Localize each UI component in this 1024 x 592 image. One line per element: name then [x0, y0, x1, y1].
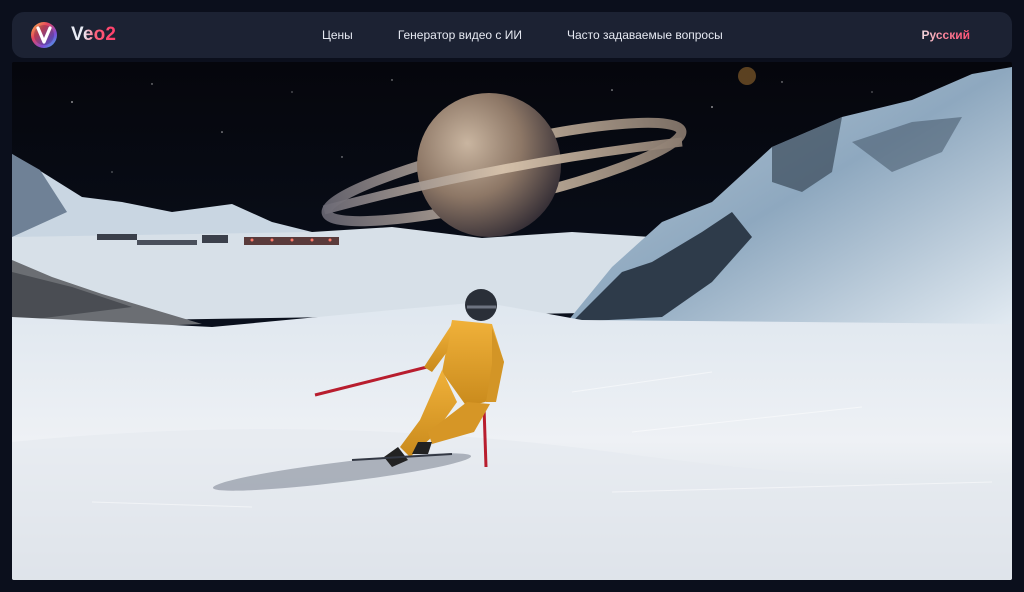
video-frame-skier-saturn — [12, 62, 1012, 580]
page: Veo2 Цены Генератор видео с ИИ Часто зад… — [0, 0, 1024, 592]
nav-link-faq[interactable]: Часто задаваемые вопросы — [567, 28, 723, 42]
nav-link-pricing[interactable]: Цены — [322, 28, 353, 42]
language-selector[interactable]: Русский — [922, 12, 971, 58]
veo-v-logo-icon — [31, 22, 57, 48]
top-navbar: Veo2 Цены Генератор видео с ИИ Часто зад… — [12, 12, 1012, 58]
main-nav: Цены Генератор видео с ИИ Часто задаваем… — [322, 12, 723, 58]
hero-video[interactable] — [12, 62, 1012, 580]
brand-home-link[interactable]: Veo2 — [30, 12, 116, 58]
nav-link-ai-video-generator[interactable]: Генератор видео с ИИ — [398, 28, 522, 42]
brand-name: Veo2 — [71, 24, 117, 45]
